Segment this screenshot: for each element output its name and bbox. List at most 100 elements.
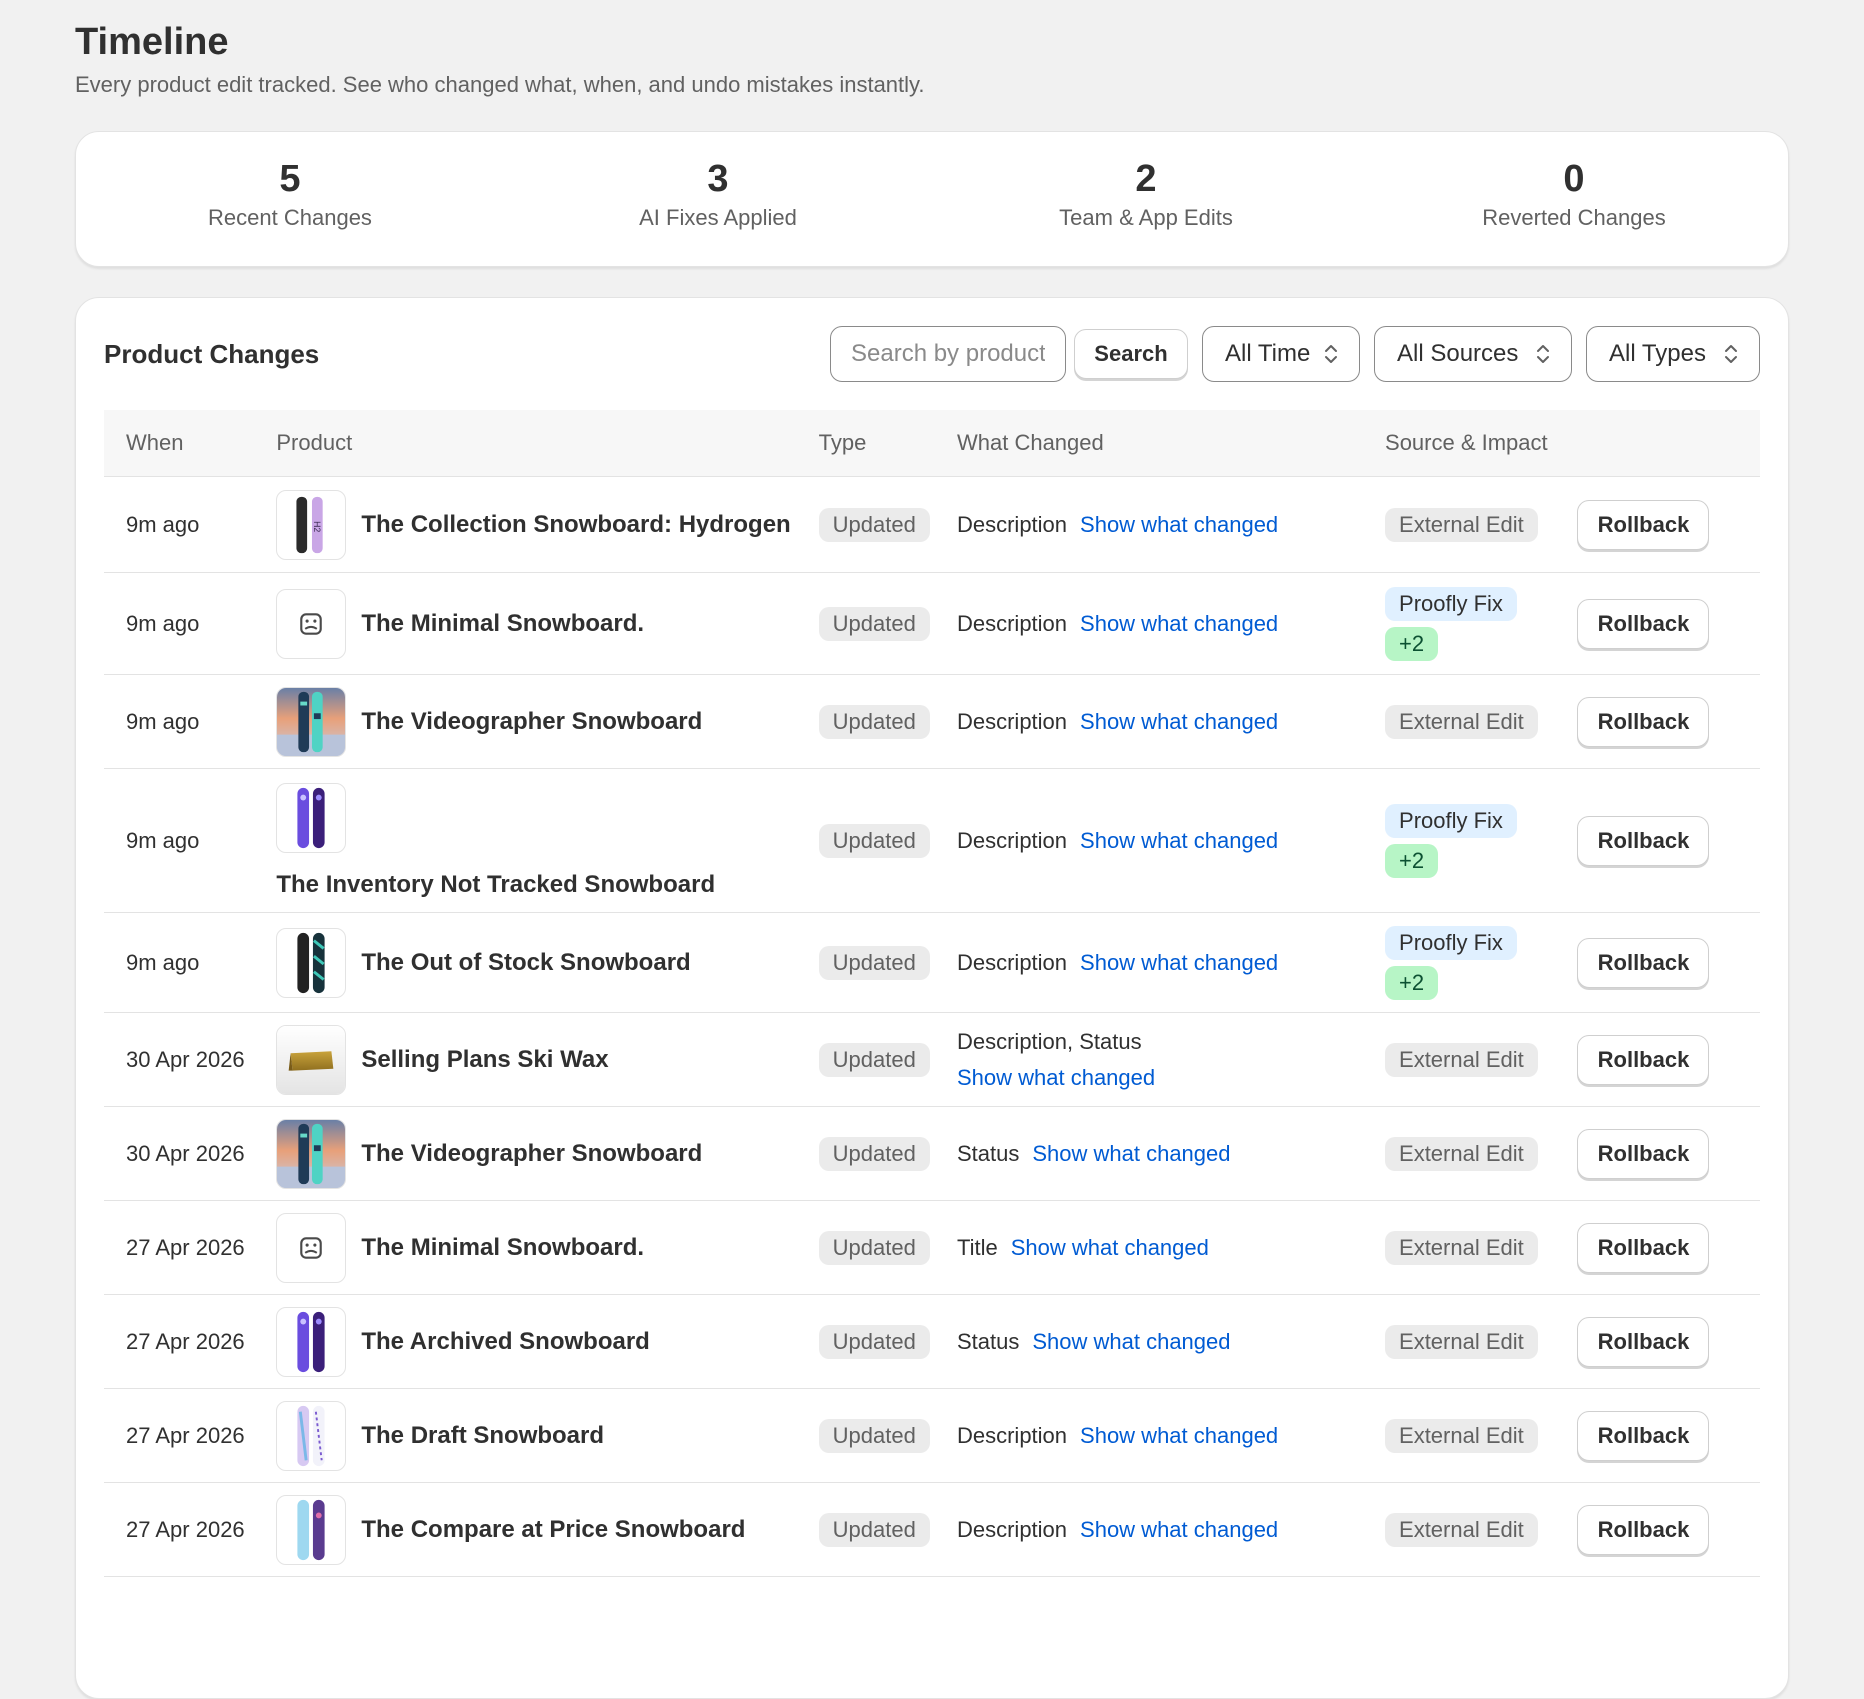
- rollback-button[interactable]: Rollback: [1577, 1410, 1710, 1461]
- product-link[interactable]: The Out of Stock Snowboard: [276, 927, 796, 998]
- source-badge-external-edit: External Edit: [1385, 1136, 1538, 1171]
- show-what-changed-link[interactable]: Show what changed: [1032, 1329, 1230, 1354]
- product-link[interactable]: The Videographer Snowboard: [276, 686, 796, 757]
- source-badge-external-edit: External Edit: [1385, 1512, 1538, 1547]
- rollback-button[interactable]: Rollback: [1577, 1222, 1710, 1273]
- row-product-cell: The Compare at Price Snowboard: [254, 1482, 797, 1577]
- rollback-button[interactable]: Rollback: [1577, 1034, 1710, 1085]
- stat-reverted: 0 Reverted Changes: [1360, 132, 1788, 266]
- product-name: Selling Plans Ski Wax: [361, 1045, 609, 1073]
- source-impact-group: External Edit: [1385, 704, 1563, 739]
- search-input[interactable]: [830, 326, 1066, 382]
- section-title: Product Changes: [104, 338, 320, 369]
- row-actions-cell: Rollback: [1563, 674, 1760, 769]
- row-type-cell: Updated: [796, 1106, 935, 1201]
- rollback-button[interactable]: Rollback: [1577, 815, 1710, 866]
- row-actions-cell: Rollback: [1563, 1482, 1760, 1577]
- rollback-button[interactable]: Rollback: [1577, 1316, 1710, 1367]
- page-subtitle: Every product edit tracked. See who chan…: [75, 72, 925, 97]
- show-what-changed-link[interactable]: Show what changed: [1011, 1235, 1209, 1260]
- rollback-button[interactable]: Rollback: [1577, 1128, 1710, 1179]
- what-changed-group: Description Show what changed: [957, 709, 1363, 735]
- source-badge-external-edit: External Edit: [1385, 1042, 1538, 1077]
- column-header-type: Type: [796, 410, 935, 477]
- product-link[interactable]: Selling Plans Ski Wax: [276, 1024, 796, 1095]
- table-row: 27 Apr 2026 The Minimal Snowboard. Updated…: [104, 1200, 1760, 1295]
- product-link[interactable]: The Inventory Not Tracked Snowboard: [276, 782, 796, 899]
- row-what-changed-cell: Description Show what changed: [934, 476, 1364, 573]
- row-product-cell: The Inventory Not Tracked Snowboard: [254, 768, 797, 913]
- row-type-cell: Updated: [796, 768, 935, 913]
- row-product-cell: The Videographer Snowboard: [254, 1106, 797, 1201]
- what-changed-group: Description Show what changed: [957, 950, 1363, 976]
- page: Timeline Every product edit tracked. See…: [0, 0, 1864, 1699]
- page-title: Timeline: [75, 21, 229, 63]
- changes-toolbar: Product Changes Search All Time All Sour…: [104, 298, 1760, 410]
- rollback-button[interactable]: Rollback: [1577, 937, 1710, 988]
- stat-recent-changes: 5 Recent Changes: [76, 132, 504, 266]
- changed-fields: Status: [956, 1140, 1020, 1166]
- rollback-button[interactable]: Rollback: [1577, 499, 1710, 550]
- product-name: The Inventory Not Tracked Snowboard: [276, 870, 716, 898]
- sources-filter-select[interactable]: All Sources: [1374, 326, 1572, 382]
- show-what-changed-link[interactable]: Show what changed: [1080, 611, 1278, 636]
- product-link[interactable]: The Minimal Snowboard.: [276, 1212, 796, 1283]
- product-link[interactable]: The Videographer Snowboard: [276, 1118, 796, 1189]
- product-name: The Compare at Price Snowboard: [361, 1515, 746, 1543]
- row-type-cell: Updated: [796, 1388, 935, 1483]
- show-what-changed-link[interactable]: Show what changed: [1080, 709, 1278, 734]
- stat-label: Reverted Changes: [1482, 205, 1666, 230]
- types-filter-select[interactable]: All Types: [1586, 326, 1760, 382]
- product-link[interactable]: H2 The Collection Snowboard: Hydrogen: [276, 489, 796, 560]
- product-name: The Out of Stock Snowboard: [361, 948, 691, 976]
- show-what-changed-link[interactable]: Show what changed: [1032, 1141, 1230, 1166]
- rollback-button[interactable]: Rollback: [1577, 598, 1710, 649]
- product-link[interactable]: The Archived Snowboard: [276, 1306, 796, 1377]
- type-badge: Updated: [818, 1230, 930, 1265]
- row-when: 9m ago: [104, 572, 255, 675]
- show-what-changed-link[interactable]: Show what changed: [1080, 950, 1278, 975]
- row-product-cell: The Archived Snowboard: [254, 1294, 797, 1389]
- product-link[interactable]: The Minimal Snowboard.: [276, 588, 796, 659]
- row-actions-cell: Rollback: [1563, 1388, 1760, 1483]
- column-header-when: When: [104, 410, 255, 477]
- impact-count-badge: +2: [1385, 965, 1439, 1000]
- show-what-changed-link[interactable]: Show what changed: [1080, 512, 1278, 537]
- row-when: 30 Apr 2026: [104, 1012, 255, 1107]
- row-type-cell: Updated: [796, 572, 935, 675]
- product-thumbnail: [276, 1494, 347, 1565]
- source-badge-proofly-fix: Proofly Fix: [1385, 586, 1517, 621]
- row-when: 30 Apr 2026: [104, 1106, 255, 1201]
- row-source-cell: External Edit: [1363, 1200, 1564, 1295]
- product-link[interactable]: The Draft Snowboard: [276, 1400, 796, 1471]
- source-impact-group: External Edit: [1385, 1136, 1563, 1171]
- table-row: 9m ago The Minimal Snowboard. Updated Descr…: [104, 572, 1760, 675]
- changed-fields: Title: [956, 1234, 998, 1260]
- search-button[interactable]: Search: [1074, 329, 1188, 379]
- changed-fields: Description: [956, 708, 1068, 734]
- row-actions-cell: Rollback: [1563, 1106, 1760, 1201]
- row-product-cell: The Minimal Snowboard.: [254, 572, 797, 675]
- product-thumbnail: [276, 588, 347, 659]
- row-when: 27 Apr 2026: [104, 1482, 255, 1577]
- rollback-button[interactable]: Rollback: [1577, 1504, 1710, 1555]
- source-badge-external-edit: External Edit: [1385, 1418, 1538, 1453]
- show-what-changed-link[interactable]: Show what changed: [1080, 1517, 1278, 1542]
- time-filter-select[interactable]: All Time: [1202, 326, 1360, 382]
- product-name: The Draft Snowboard: [361, 1421, 605, 1449]
- table-row: 27 Apr 2026 The Archived Snowboard Updated…: [104, 1294, 1760, 1389]
- chevron-up-down-icon: [1537, 345, 1549, 363]
- show-what-changed-link[interactable]: Show what changed: [957, 1065, 1363, 1091]
- row-when: 9m ago: [104, 674, 255, 769]
- row-product-cell: The Minimal Snowboard.: [254, 1200, 797, 1295]
- changed-fields: Description, Status: [956, 1028, 1142, 1054]
- product-link[interactable]: The Compare at Price Snowboard: [276, 1494, 796, 1565]
- rollback-button[interactable]: Rollback: [1577, 696, 1710, 747]
- show-what-changed-link[interactable]: Show what changed: [1080, 828, 1278, 853]
- show-what-changed-link[interactable]: Show what changed: [1080, 1423, 1278, 1448]
- row-type-cell: Updated: [796, 1482, 935, 1577]
- stat-value: 0: [1563, 158, 1585, 200]
- source-badge-external-edit: External Edit: [1385, 704, 1538, 739]
- source-impact-group: Proofly Fix +2: [1385, 925, 1563, 1000]
- row-what-changed-cell: Description Show what changed: [934, 674, 1364, 769]
